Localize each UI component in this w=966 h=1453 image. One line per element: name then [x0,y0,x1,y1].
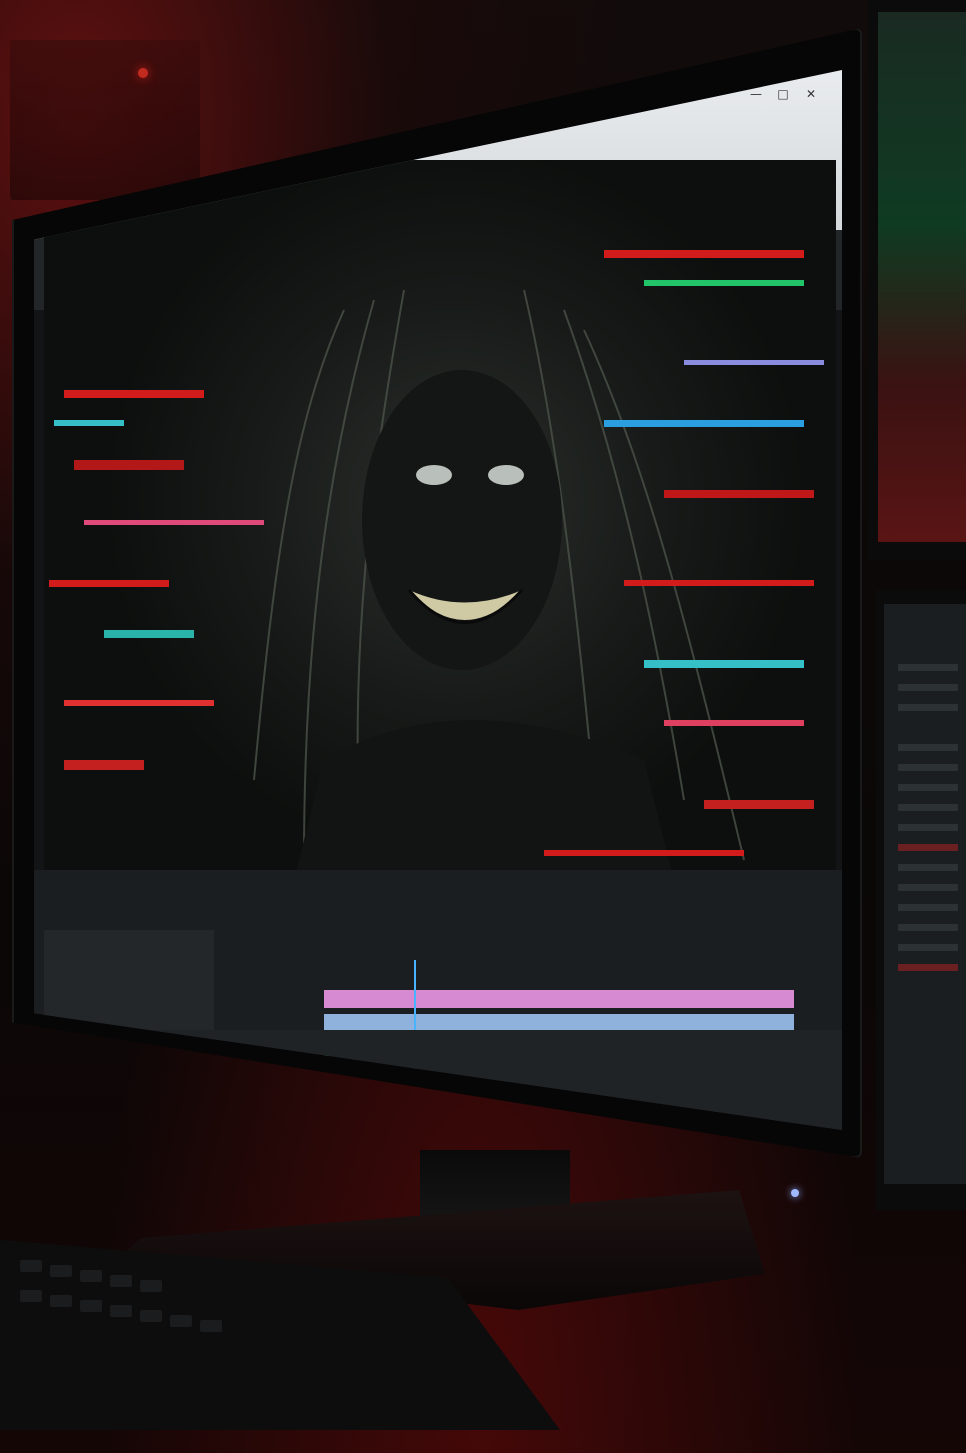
list-item[interactable] [898,824,958,831]
secondary-monitor-bottom [876,590,966,1210]
keyboard-key [50,1265,72,1277]
secondary-monitor-top-screen [878,12,966,542]
list-item[interactable] [898,704,958,711]
timeline-track-v2[interactable] [324,990,794,1008]
keyboard-key [50,1295,72,1307]
keyboard-key [140,1280,162,1292]
list-item[interactable] [898,944,958,951]
keyboard-key [110,1275,132,1287]
list-item[interactable] [898,924,958,931]
list-item-selected[interactable] [898,844,958,851]
indicator-light [138,68,148,78]
list-item[interactable] [898,904,958,911]
background-equipment-rack [10,40,200,200]
maximize-icon[interactable]: □ [776,88,790,100]
list-item-selected[interactable] [898,964,958,971]
list-item[interactable] [898,884,958,891]
list-item[interactable] [898,744,958,751]
keyboard-key [110,1305,132,1317]
program-monitor-viewer[interactable] [44,160,836,920]
project-bin[interactable] [44,930,214,1030]
list-item[interactable] [898,664,958,671]
taskbar-search[interactable] [44,1046,124,1062]
secondary-monitor-top [868,0,966,560]
keyboard-key [80,1300,102,1312]
keyboard-key [170,1315,192,1327]
keyboard-key [20,1260,42,1272]
main-monitor: — □ ✕ [12,28,862,1158]
taskbar [34,1030,842,1130]
minimize-icon[interactable]: — [749,88,763,100]
list-item[interactable] [898,684,958,691]
keyboard-key [20,1290,42,1302]
list-item[interactable] [898,864,958,871]
file-browser-panel [884,604,966,1184]
glitch-portrait-image [49,250,824,920]
keyboard-key [200,1320,222,1332]
photo-scene: — □ ✕ [0,0,966,1453]
list-item[interactable] [898,804,958,811]
keyboard-key [80,1270,102,1282]
main-monitor-screen: — □ ✕ [34,70,842,1130]
close-icon[interactable]: ✕ [804,88,818,100]
keyboard-key [140,1310,162,1322]
list-item[interactable] [898,784,958,791]
list-item[interactable] [898,764,958,771]
power-indicator-light [791,1189,799,1197]
